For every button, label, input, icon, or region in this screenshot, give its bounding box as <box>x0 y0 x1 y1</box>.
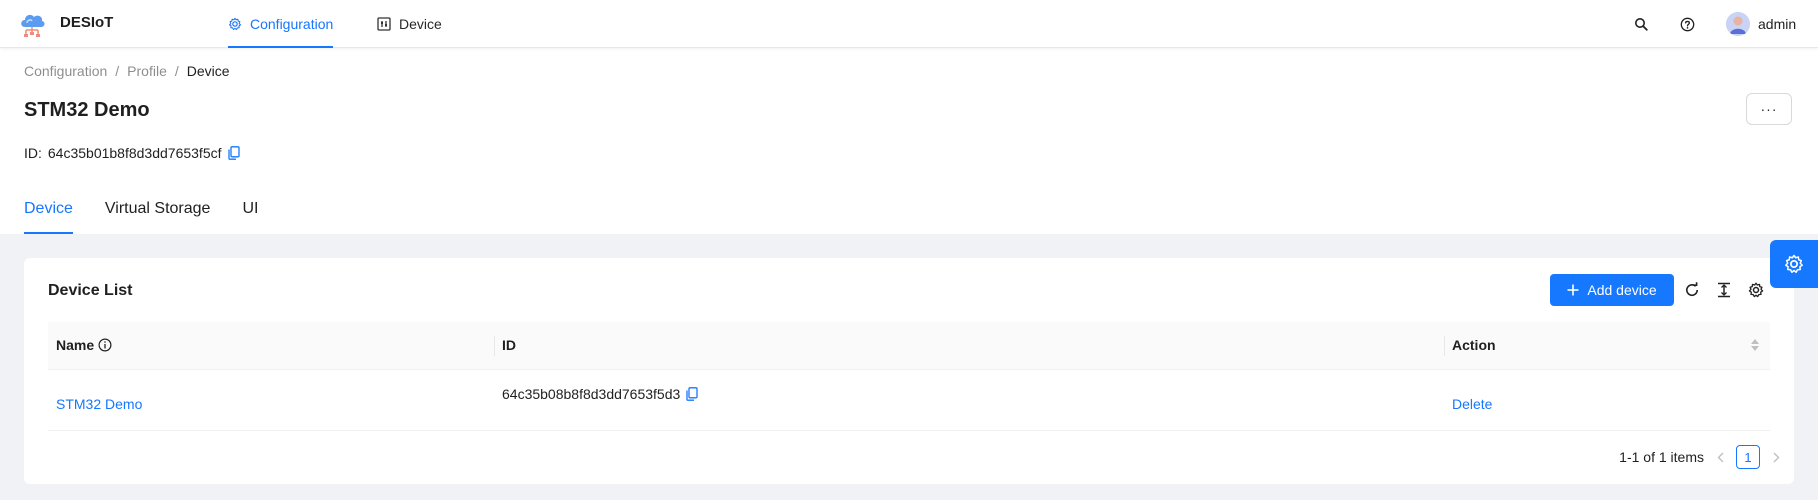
user-avatar-icon <box>1726 12 1750 36</box>
gear-icon <box>1784 254 1804 274</box>
settings-icon[interactable] <box>1746 280 1766 300</box>
sort-icon[interactable] <box>1750 338 1760 352</box>
breadcrumb-separator: / <box>174 63 179 79</box>
more-actions-button[interactable]: ··· <box>1746 93 1792 125</box>
nav-tab-configuration[interactable]: Configuration <box>228 0 334 48</box>
page-title: STM32 Demo <box>24 99 150 121</box>
column-header-name[interactable]: Name <box>48 322 494 370</box>
id-value: 64c35b01b8f8d3dd7653f5cf <box>47 145 222 161</box>
help-icon[interactable] <box>1677 14 1697 34</box>
profile-tabs: Device Virtual Storage UI <box>24 200 258 234</box>
table-header-row: Name ID Action <box>48 322 1770 370</box>
column-height-icon[interactable] <box>1714 280 1734 300</box>
plus-icon <box>1567 284 1579 296</box>
user-name: admin <box>1758 16 1797 32</box>
column-header-label: Name <box>56 337 95 354</box>
tab-device[interactable]: Device <box>24 200 73 234</box>
info-icon[interactable] <box>98 338 112 352</box>
delete-link[interactable]: Delete <box>1452 396 1492 412</box>
column-header-action[interactable]: Action <box>1444 322 1770 370</box>
top-navigation: DESIoT Configuration Device admin <box>0 0 1818 48</box>
gear-icon <box>228 17 242 31</box>
column-header-id: ID <box>494 322 1444 370</box>
breadcrumb-item-device: Device <box>186 63 230 79</box>
chevron-left-icon[interactable] <box>1712 445 1728 469</box>
tab-ui[interactable]: UI <box>242 200 258 234</box>
column-header-label: Action <box>1452 337 1496 354</box>
card-title: Device List <box>48 282 133 299</box>
page-item-current[interactable]: 1 <box>1736 445 1760 469</box>
nav-tab-label: Configuration <box>250 16 334 32</box>
device-id-value: 64c35b08b8f8d3dd7653f5d3 <box>502 385 681 402</box>
add-device-label: Add device <box>1587 282 1657 298</box>
copy-icon[interactable] <box>227 146 240 160</box>
reload-icon[interactable] <box>1682 280 1702 300</box>
user-menu[interactable]: admin <box>1726 12 1796 36</box>
breadcrumb-separator: / <box>115 63 120 79</box>
search-icon[interactable] <box>1631 14 1651 34</box>
device-list-card: Device List Add device Name ID Action ST… <box>24 258 1794 484</box>
breadcrumb-item-profile[interactable]: Profile <box>127 63 167 79</box>
breadcrumb: Configuration / Profile / Device <box>24 63 230 79</box>
device-icon <box>377 17 391 31</box>
cloud-logo-icon[interactable] <box>18 10 46 40</box>
nav-tab-label: Device <box>399 16 442 32</box>
app-title: DESIoT <box>60 14 114 31</box>
chevron-right-icon[interactable] <box>1768 445 1784 469</box>
pagination: 1-1 of 1 items 1 <box>1619 445 1784 469</box>
device-name-link[interactable]: STM32 Demo <box>56 396 142 412</box>
add-device-button[interactable]: Add device <box>1550 274 1674 306</box>
tab-virtual-storage[interactable]: Virtual Storage <box>105 200 211 234</box>
pagination-summary: 1-1 of 1 items <box>1619 449 1704 465</box>
breadcrumb-item-configuration[interactable]: Configuration <box>24 63 107 79</box>
device-table: Name ID Action STM32 Demo 64c35b08b8f8d3… <box>48 322 1770 431</box>
table-row: STM32 Demo 64c35b08b8f8d3dd7653f5d3 Dele… <box>48 369 1770 431</box>
profile-id-row: ID: 64c35b01b8f8d3dd7653f5cf <box>24 145 240 161</box>
copy-icon[interactable] <box>686 386 698 401</box>
id-label: ID: <box>24 145 42 161</box>
floating-settings-button[interactable] <box>1770 240 1818 288</box>
nav-tab-device[interactable]: Device <box>377 0 442 48</box>
